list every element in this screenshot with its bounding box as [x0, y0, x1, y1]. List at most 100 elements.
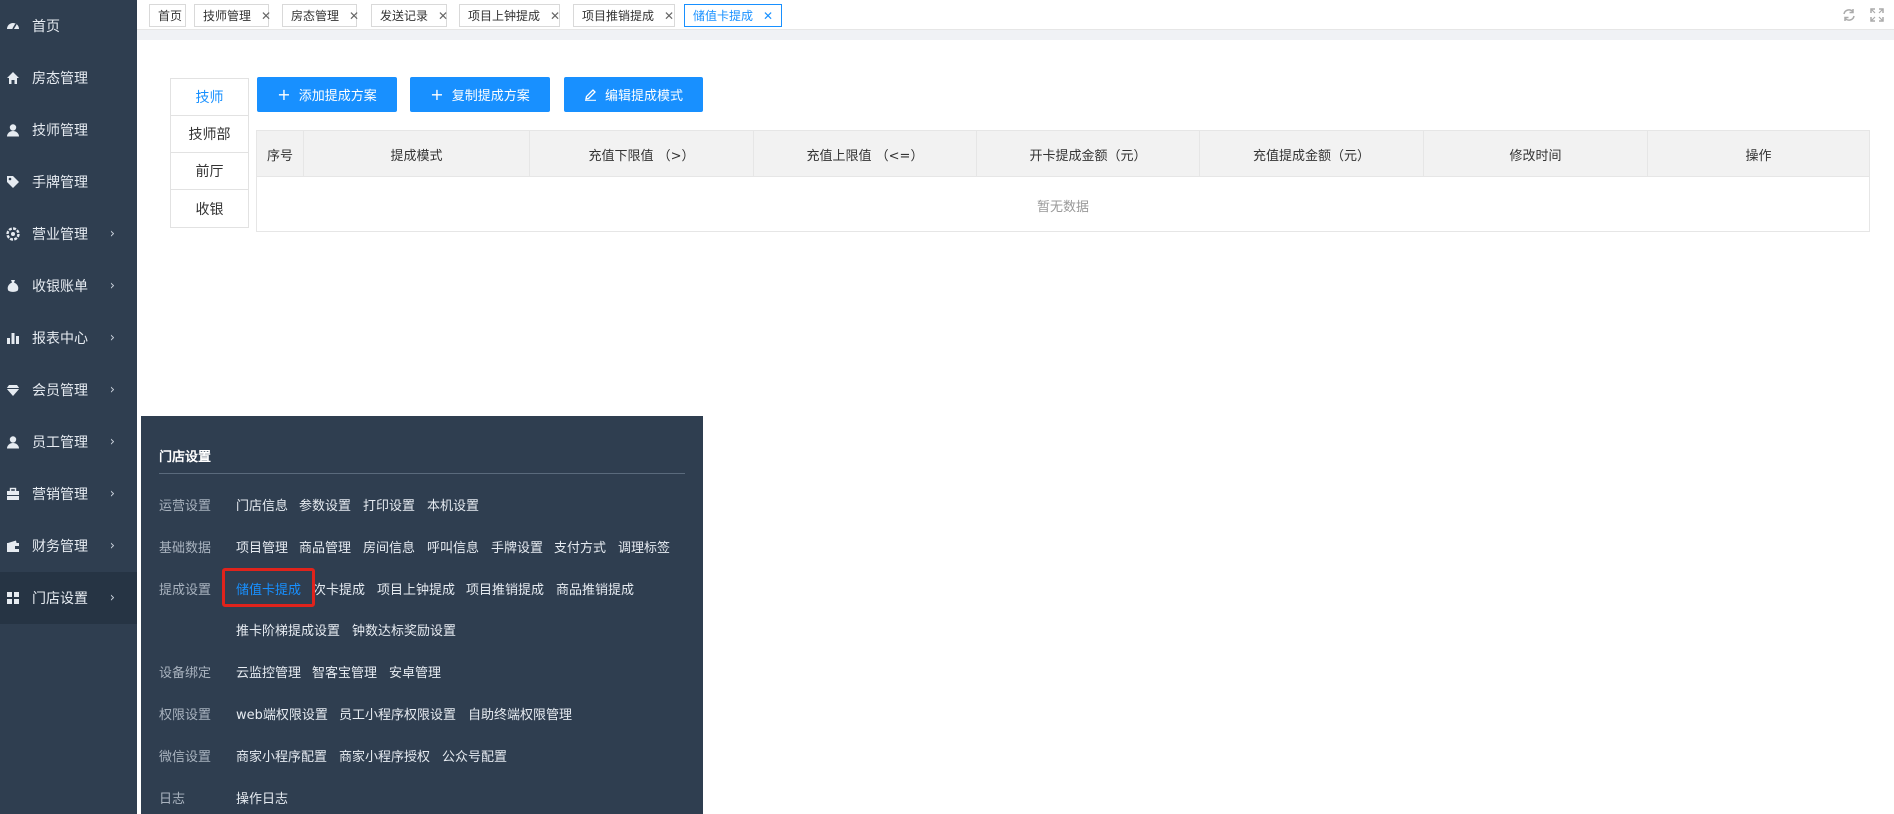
- link-times-card-commission[interactable]: 次卡提成: [313, 579, 365, 598]
- tab-send-record[interactable]: 发送记录 ✕: [371, 4, 448, 27]
- sidebar-item-label: 收银账单: [32, 279, 88, 295]
- tab-technician[interactable]: 技师管理 ✕: [194, 4, 271, 27]
- flyout-title: 门店设置: [159, 450, 212, 465]
- category-operations: 运营设置: [159, 499, 212, 514]
- link-operation-log[interactable]: 操作日志: [236, 788, 288, 807]
- user-icon: [6, 435, 20, 449]
- tab-project-sales-commission[interactable]: 项目推销提成 ✕: [573, 4, 675, 27]
- bar-chart-icon: [6, 331, 20, 345]
- user-icon: [6, 123, 20, 137]
- sidebar-item-staff[interactable]: 员工管理 ›: [0, 416, 137, 468]
- link-parameter-settings[interactable]: 参数设置: [299, 495, 351, 514]
- column-header: 充值下限值 （>）: [530, 131, 754, 177]
- refresh-icon[interactable]: [1840, 6, 1858, 24]
- column-header: 操作: [1745, 148, 1772, 164]
- link-zhikebao[interactable]: 智客宝管理: [312, 662, 377, 681]
- category-permissions: 权限设置: [159, 708, 212, 723]
- plus-icon: +: [430, 85, 444, 104]
- close-icon[interactable]: ✕: [664, 9, 674, 23]
- role-tab-technician[interactable]: 技师: [171, 79, 248, 116]
- link-hand-tag-settings[interactable]: 手牌设置: [491, 537, 543, 556]
- copy-plan-label: 复制提成方案: [451, 89, 530, 104]
- chevron-right-icon: ›: [109, 382, 115, 398]
- tab-label: 项目上钟提成: [468, 9, 541, 23]
- sidebar-item-marketing[interactable]: 营销管理 ›: [0, 468, 137, 520]
- tab-label: 房态管理: [291, 9, 340, 23]
- edit-mode-button[interactable]: 编辑提成模式: [564, 77, 703, 112]
- plus-icon: +: [277, 85, 291, 104]
- column-header: 充值上限值 （<=）: [754, 131, 977, 177]
- dashboard-icon: [6, 19, 20, 33]
- link-clock-target-reward[interactable]: 钟数达标奖励设置: [352, 620, 456, 639]
- store-settings-flyout: 门店设置 运营设置 门店信息 参数设置 打印设置 本机设置 基础数据 项目管理 …: [141, 416, 703, 814]
- sidebar-item-hand-tag[interactable]: 手牌管理: [0, 156, 137, 208]
- tab-stored-card-commission[interactable]: 储值卡提成 ✕: [684, 4, 782, 27]
- link-cloud-monitor[interactable]: 云监控管理: [236, 662, 301, 681]
- sidebar-item-label: 手牌管理: [32, 175, 88, 191]
- link-local-settings[interactable]: 本机设置: [427, 495, 479, 514]
- link-product-sales-commission[interactable]: 商品推销提成: [556, 579, 634, 598]
- close-icon[interactable]: ✕: [438, 9, 448, 23]
- link-card-tier-commission[interactable]: 推卡阶梯提成设置: [236, 620, 340, 639]
- link-project-sales-commission[interactable]: 项目推销提成: [466, 579, 544, 598]
- link-merchant-miniprogram-config[interactable]: 商家小程序配置: [236, 746, 327, 765]
- close-icon[interactable]: ✕: [349, 9, 359, 23]
- sidebar-item-home[interactable]: 首页: [0, 0, 137, 52]
- link-android-management[interactable]: 安卓管理: [389, 662, 441, 681]
- link-staff-miniprogram-permissions[interactable]: 员工小程序权限设置: [339, 704, 456, 723]
- edit-mode-label: 编辑提成模式: [604, 89, 683, 104]
- sidebar-item-reports[interactable]: 报表中心 ›: [0, 312, 137, 364]
- money-bag-icon: [6, 279, 20, 293]
- sidebar-item-technician[interactable]: 技师管理: [0, 104, 137, 156]
- link-project-management[interactable]: 项目管理: [236, 537, 288, 556]
- grid-icon: [6, 591, 20, 605]
- chevron-right-icon: ›: [109, 590, 115, 606]
- link-kiosk-permissions[interactable]: 自助终端权限管理: [468, 704, 572, 723]
- link-room-info[interactable]: 房间信息: [363, 537, 415, 556]
- close-icon[interactable]: ✕: [550, 9, 560, 23]
- link-conditioning-tags[interactable]: 调理标签: [618, 537, 670, 556]
- link-official-account-config[interactable]: 公众号配置: [442, 746, 507, 765]
- link-merchant-miniprogram-auth[interactable]: 商家小程序授权: [339, 746, 430, 765]
- sidebar: 首页 房态管理 技师管理 手牌管理 营业管理 › 收银账单 › 报表中心 › 会…: [0, 0, 137, 814]
- sidebar-item-finance[interactable]: 财务管理 ›: [0, 520, 137, 572]
- category-wechat: 微信设置: [159, 750, 212, 765]
- fullscreen-icon[interactable]: [1868, 6, 1886, 24]
- tab-home[interactable]: 首页: [149, 4, 186, 27]
- sidebar-item-label: 营业管理: [32, 227, 88, 243]
- sidebar-item-label: 会员管理: [32, 383, 88, 399]
- tab-project-clock-commission[interactable]: 项目上钟提成 ✕: [459, 4, 560, 27]
- sidebar-item-room-status[interactable]: 房态管理: [0, 52, 137, 104]
- role-tab-front-desk[interactable]: 前厅: [171, 153, 248, 190]
- link-store-info[interactable]: 门店信息: [236, 495, 288, 514]
- link-product-management[interactable]: 商品管理: [299, 537, 351, 556]
- link-call-info[interactable]: 呼叫信息: [427, 537, 479, 556]
- tab-label: 技师管理: [203, 9, 252, 23]
- role-tabs: 技师 技师部 前厅 收银: [170, 78, 249, 228]
- add-plan-button[interactable]: + 添加提成方案: [257, 77, 397, 112]
- tab-room-status[interactable]: 房态管理 ✕: [282, 4, 359, 27]
- sidebar-item-cashier-bill[interactable]: 收银账单 ›: [0, 260, 137, 312]
- column-header: 提成模式: [304, 131, 530, 177]
- chevron-right-icon: ›: [109, 486, 115, 502]
- edit-icon: [584, 88, 597, 101]
- role-tab-cashier[interactable]: 收银: [171, 190, 248, 227]
- sidebar-item-label: 报表中心: [32, 331, 88, 347]
- sidebar-item-label: 房态管理: [32, 71, 88, 87]
- copy-plan-button[interactable]: + 复制提成方案: [410, 77, 550, 112]
- sidebar-item-store-settings[interactable]: 门店设置 ›: [0, 572, 137, 624]
- category-commission: 提成设置: [159, 583, 212, 598]
- sidebar-item-label: 财务管理: [32, 539, 88, 555]
- role-tab-technician-dept[interactable]: 技师部: [171, 116, 248, 153]
- link-project-clock-commission[interactable]: 项目上钟提成: [377, 579, 455, 598]
- sidebar-item-member[interactable]: 会员管理 ›: [0, 364, 137, 416]
- link-print-settings[interactable]: 打印设置: [363, 495, 415, 514]
- close-icon[interactable]: ✕: [261, 9, 271, 23]
- link-web-permissions[interactable]: web端权限设置: [236, 704, 328, 723]
- tab-label: 首页: [158, 9, 183, 23]
- close-icon[interactable]: ✕: [763, 9, 773, 23]
- highlight-box: [222, 568, 315, 607]
- sidebar-item-business[interactable]: 营业管理 ›: [0, 208, 137, 260]
- link-payment-methods[interactable]: 支付方式: [554, 537, 606, 556]
- tag-icon: [6, 175, 20, 189]
